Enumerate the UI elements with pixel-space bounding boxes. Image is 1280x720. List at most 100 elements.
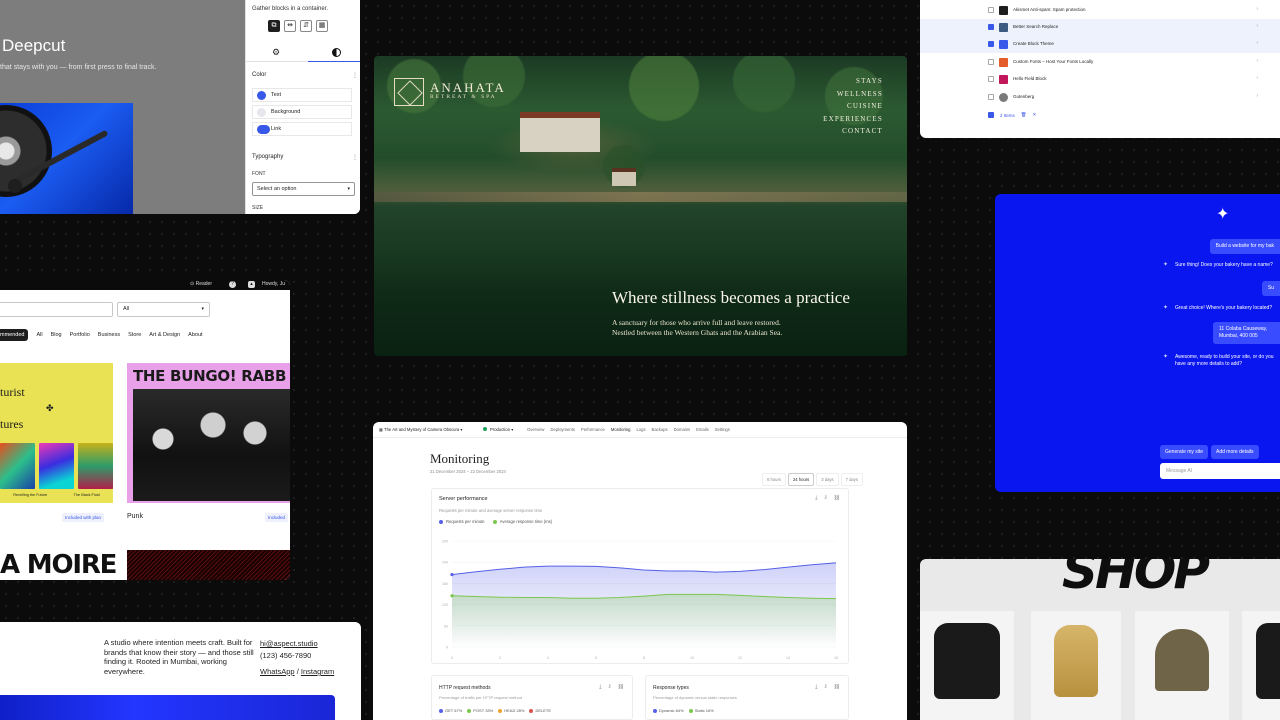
- email-link[interactable]: hi@aspect.studio: [260, 638, 334, 650]
- bulk-checkbox[interactable]: [988, 112, 994, 118]
- row-checkbox[interactable]: [988, 76, 994, 82]
- editor-canvas[interactable]: Deepcut that stays with you — from first…: [0, 0, 245, 214]
- styles-half-circle-icon[interactable]: [332, 48, 341, 57]
- tab-recommended[interactable]: mmended: [0, 329, 29, 341]
- settings-gear-icon[interactable]: ⚙: [272, 47, 280, 58]
- theme-filter-select[interactable]: All ▾: [117, 302, 210, 317]
- export-icon[interactable]: ⇩: [607, 684, 611, 690]
- trash-icon[interactable]: 🗑: [1021, 112, 1027, 118]
- color-options-icon[interactable]: ⋮: [352, 72, 358, 79]
- shop-brand-title[interactable]: SHOP: [1062, 559, 1210, 600]
- plugin-row[interactable]: Better Search Replace ›: [920, 19, 1280, 36]
- site-switcher[interactable]: ▦ The Art and Mystery of Camera Obscura …: [379, 427, 462, 432]
- account-greeting[interactable]: Howdy, Ju: [262, 281, 285, 287]
- theme-card-futurist[interactable]: turist ✤ tures Revelling the Future The …: [0, 363, 113, 503]
- range-6h[interactable]: 6 hours: [762, 473, 786, 486]
- whatsapp-link[interactable]: WhatsApp: [260, 667, 295, 676]
- environment-switcher[interactable]: Production ▾: [483, 427, 513, 432]
- color-background-row[interactable]: Background: [252, 105, 352, 119]
- theme-card-punk[interactable]: THE BUNGO! RABB: [127, 363, 290, 503]
- row-checkbox[interactable]: [988, 7, 994, 13]
- server-performance-chart[interactable]: 300 240 180 120 60 0 0 2 4 6 8 10 12 14 16: [432, 535, 850, 663]
- font-select[interactable]: Select an option ▾: [252, 182, 355, 196]
- color-text-row[interactable]: Text: [252, 88, 352, 102]
- chevron-right-icon[interactable]: ›: [1256, 23, 1258, 29]
- plugin-row[interactable]: Hello Field Block ›: [920, 71, 1280, 88]
- tab-business[interactable]: Business: [98, 332, 120, 338]
- tab-overview[interactable]: Overview: [527, 427, 544, 432]
- add-details-button[interactable]: Add more details: [1211, 445, 1259, 459]
- typography-options-icon[interactable]: ⋮: [352, 154, 358, 161]
- range-24h[interactable]: 24 hours: [787, 473, 815, 486]
- tab-performance[interactable]: Performance: [581, 427, 605, 432]
- nav-experiences[interactable]: EXPERIENCES: [823, 113, 883, 126]
- tab-store[interactable]: Store: [128, 332, 141, 338]
- product-backpack[interactable]: [1031, 611, 1121, 720]
- row-checkbox[interactable]: [988, 94, 994, 100]
- tab-domains[interactable]: Domains: [674, 427, 691, 432]
- site-tagline[interactable]: that stays with you — from first press t…: [0, 64, 156, 71]
- nav-contact[interactable]: CONTACT: [823, 125, 883, 138]
- row-checkbox[interactable]: [988, 59, 994, 65]
- nav-wellness[interactable]: WELLNESS: [823, 88, 883, 101]
- tab-portfolio[interactable]: Portfolio: [70, 332, 90, 338]
- plugin-row[interactable]: Gutenberg ›: [920, 89, 1280, 106]
- download-icon[interactable]: ⤓: [599, 684, 601, 690]
- download-icon[interactable]: ⤓: [815, 495, 817, 501]
- link-icon[interactable]: ⛓: [618, 684, 624, 690]
- row-checkbox[interactable]: [988, 41, 994, 47]
- nav-cuisine[interactable]: CUISINE: [823, 100, 883, 113]
- theme-name[interactable]: Punk: [127, 513, 143, 520]
- plugin-row[interactable]: Akismet Anti-spam: Spam protection ›: [920, 2, 1280, 19]
- row-checkbox[interactable]: [988, 24, 994, 30]
- help-icon[interactable]: ?: [229, 281, 236, 288]
- range-7d[interactable]: 7 days: [840, 473, 863, 486]
- product-beanie[interactable]: [1135, 611, 1229, 720]
- legend-requests[interactable]: Requests per minute: [439, 519, 485, 524]
- tab-logs[interactable]: Logs: [636, 427, 645, 432]
- tab-about[interactable]: About: [188, 332, 202, 338]
- link-icon[interactable]: ⛓: [834, 684, 840, 690]
- moire-pattern-preview[interactable]: [127, 550, 290, 580]
- export-icon[interactable]: ⇩: [823, 684, 827, 690]
- chevron-right-icon[interactable]: ›: [1256, 40, 1258, 46]
- tab-art-design[interactable]: Art & Design: [149, 332, 180, 338]
- tab-all[interactable]: All: [36, 332, 42, 338]
- chevron-right-icon[interactable]: ›: [1256, 75, 1258, 81]
- range-3d[interactable]: 3 days: [816, 473, 839, 486]
- chat-message-input[interactable]: Message AI: [1160, 463, 1280, 479]
- chevron-right-icon[interactable]: ›: [1256, 6, 1258, 12]
- generate-site-button[interactable]: Generate my site: [1160, 445, 1209, 459]
- chevron-right-icon[interactable]: ›: [1256, 58, 1258, 64]
- plugin-row[interactable]: Custom Fonts – Host Your Fonts Locally ›: [920, 54, 1280, 71]
- chevron-right-icon[interactable]: ›: [1256, 93, 1258, 99]
- export-icon[interactable]: ⇩: [823, 495, 827, 501]
- row-variation-icon[interactable]: ⇹: [284, 20, 296, 32]
- tab-blog[interactable]: Blog: [51, 332, 62, 338]
- tab-settings[interactable]: Settings: [715, 427, 730, 432]
- legend-response[interactable]: Average response time (ms): [492, 519, 552, 524]
- stack-variation-icon[interactable]: ⇵: [300, 20, 312, 32]
- link-icon[interactable]: ⛓: [834, 495, 840, 501]
- instagram-link[interactable]: Instagram: [301, 667, 334, 676]
- reader-link[interactable]: ⊙ Reader: [190, 281, 212, 287]
- close-icon[interactable]: ✕: [1032, 112, 1036, 118]
- brand-logo-icon[interactable]: [394, 78, 424, 106]
- plugin-row[interactable]: Create Block Theme ›: [920, 36, 1280, 53]
- download-icon[interactable]: ⤓: [815, 684, 817, 690]
- product-jacket[interactable]: [1242, 611, 1280, 720]
- nav-stays[interactable]: STAYS: [823, 75, 883, 88]
- tab-deployments[interactable]: Deployments: [550, 427, 574, 432]
- theme-search-input[interactable]: [0, 302, 113, 317]
- vinyl-record-image[interactable]: [0, 103, 133, 214]
- notifications-bell-icon[interactable]: ▴: [248, 281, 255, 288]
- grid-variation-icon[interactable]: ▦: [316, 20, 328, 32]
- color-link-row[interactable]: Link: [252, 122, 352, 136]
- site-title[interactable]: Deepcut: [2, 36, 65, 56]
- product-jacket[interactable]: [920, 611, 1014, 720]
- group-variation-icon[interactable]: ⧉: [268, 20, 280, 32]
- theme-preview-moire-title[interactable]: A MOIRE: [0, 550, 117, 580]
- tab-monitoring[interactable]: Monitoring: [611, 427, 631, 432]
- tab-backups[interactable]: Backups: [652, 427, 668, 432]
- tab-emails[interactable]: Emails: [696, 427, 709, 432]
